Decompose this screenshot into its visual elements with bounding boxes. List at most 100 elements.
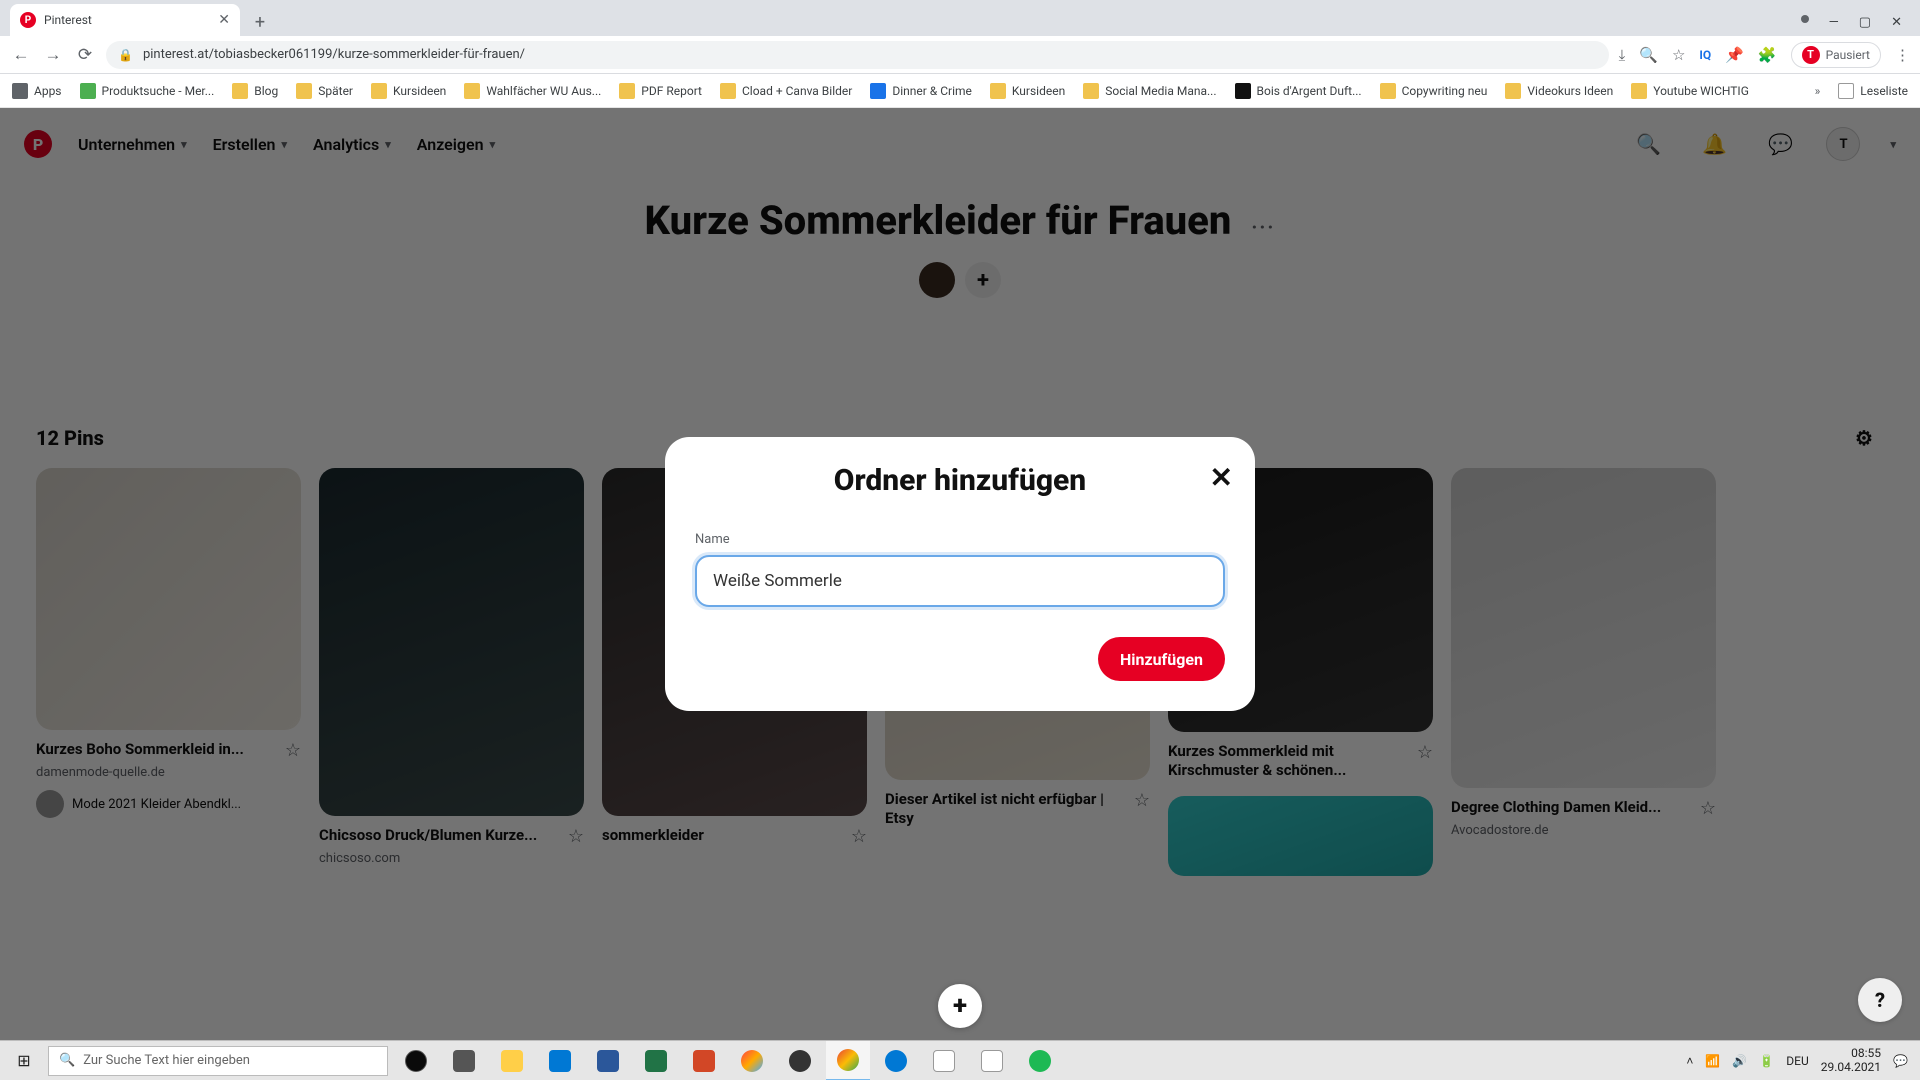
folder-icon — [80, 83, 96, 99]
tray-notifications-icon[interactable]: 💬 — [1893, 1054, 1908, 1068]
folder-icon — [1083, 83, 1099, 99]
iq-extension-icon[interactable]: IQ — [1699, 48, 1711, 62]
folder-icon — [619, 83, 635, 99]
url-text: pinterest.at/tobiasbecker061199/kurze-so… — [143, 47, 525, 62]
tray-clock[interactable]: 08:55 29.04.2021 — [1821, 1047, 1881, 1073]
profile-chip[interactable]: T Pausiert — [1791, 42, 1881, 68]
back-button[interactable]: ← — [10, 45, 32, 65]
obs-icon[interactable] — [778, 1041, 822, 1080]
bookmarks-overflow-icon[interactable]: » — [1815, 84, 1821, 98]
tray-volume-icon[interactable]: 🔊 — [1732, 1054, 1747, 1068]
chrome-menu-icon[interactable]: ⋮ — [1895, 46, 1910, 64]
folder-icon — [464, 83, 480, 99]
add-folder-modal: Ordner hinzufügen ✕ Name Hinzufügen — [665, 437, 1255, 711]
bookmark-item[interactable]: Produktsuche - Mer... — [80, 83, 215, 99]
browser-tab-strip: P Pinterest ✕ + — ▢ ✕ — [0, 0, 1920, 36]
tray-time: 08:55 — [1821, 1047, 1881, 1060]
profile-avatar-icon: T — [1802, 46, 1820, 64]
bookmark-item[interactable]: Youtube WICHTIG — [1631, 83, 1749, 99]
bookmark-item[interactable]: Bois d'Argent Duft... — [1235, 83, 1362, 99]
spotify-icon[interactable] — [1018, 1041, 1062, 1080]
submit-add-button[interactable]: Hinzufügen — [1098, 637, 1225, 681]
bookmark-item[interactable]: Kursideen — [371, 83, 446, 99]
bookmark-reading-list[interactable]: Leseliste — [1838, 83, 1908, 99]
folder-icon — [990, 83, 1006, 99]
pinterest-favicon-icon: P — [20, 12, 36, 28]
account-dot-icon[interactable] — [1801, 15, 1809, 23]
close-window-button[interactable]: ✕ — [1891, 15, 1902, 30]
close-tab-icon[interactable]: ✕ — [218, 12, 230, 28]
folder-icon — [232, 83, 248, 99]
zoom-icon[interactable]: 🔍 — [1639, 46, 1658, 64]
folder-icon — [371, 83, 387, 99]
address-bar: ← → ⟳ 🔒 pinterest.at/tobiasbecker061199/… — [0, 36, 1920, 74]
lock-icon: 🔒 — [118, 48, 133, 62]
list-icon — [1838, 83, 1854, 99]
create-pin-fab[interactable]: + — [938, 984, 982, 1028]
system-tray: ˄ 📶 🔊 🔋 DEU 08:55 29.04.2021 💬 — [1674, 1047, 1920, 1073]
bookmark-item[interactable]: Wahlfächer WU Aus... — [464, 83, 601, 99]
modal-title: Ordner hinzufügen — [695, 463, 1225, 498]
excel-icon[interactable] — [634, 1041, 678, 1080]
search-placeholder: Zur Suche Text hier eingeben — [83, 1053, 250, 1068]
bookmark-item[interactable]: Blog — [232, 83, 278, 99]
bookmark-item[interactable]: Copywriting neu — [1380, 83, 1488, 99]
folder-icon — [1380, 83, 1396, 99]
bookmark-item[interactable]: Später — [296, 83, 353, 99]
bookmark-item[interactable]: Cload + Canva Bilder — [720, 83, 852, 99]
browser-tab[interactable]: P Pinterest ✕ — [10, 4, 240, 36]
apps-icon — [12, 83, 28, 99]
file-explorer-icon[interactable] — [490, 1041, 534, 1080]
bookmark-star-icon[interactable]: ☆ — [1672, 46, 1685, 64]
new-tab-button[interactable]: + — [246, 8, 274, 36]
notepad-icon[interactable] — [970, 1041, 1014, 1080]
edge-icon[interactable] — [874, 1041, 918, 1080]
bookmark-item[interactable]: Dinner & Crime — [870, 83, 972, 99]
minimize-button[interactable]: — — [1829, 15, 1839, 30]
bookmarks-bar: Apps Produktsuche - Mer... Blog Später K… — [0, 74, 1920, 108]
word-icon[interactable] — [586, 1041, 630, 1080]
pinterest-app: P Unternehmen▾ Erstellen▾ Analytics▾ Anz… — [0, 108, 1920, 1040]
task-view-icon[interactable] — [442, 1041, 486, 1080]
folder-icon — [1235, 83, 1251, 99]
folder-icon — [1505, 83, 1521, 99]
tray-date: 29.04.2021 — [1821, 1061, 1881, 1074]
folder-icon — [720, 83, 736, 99]
maximize-button[interactable]: ▢ — [1859, 15, 1871, 30]
extension-pin-icon[interactable]: 📌 — [1725, 46, 1744, 64]
notepad-icon[interactable] — [922, 1041, 966, 1080]
tray-battery-icon[interactable]: 🔋 — [1759, 1054, 1774, 1068]
profile-status-label: Pausiert — [1826, 48, 1870, 62]
close-modal-button[interactable]: ✕ — [1210, 461, 1233, 494]
chrome-icon[interactable] — [826, 1041, 870, 1080]
reload-button[interactable]: ⟳ — [74, 45, 96, 65]
bookmark-item[interactable]: Kursideen — [990, 83, 1065, 99]
url-field[interactable]: 🔒 pinterest.at/tobiasbecker061199/kurze-… — [106, 41, 1609, 69]
taskbar-search-input[interactable]: 🔍 Zur Suche Text hier eingeben — [48, 1046, 388, 1076]
bookmark-item[interactable]: Videokurs Ideen — [1505, 83, 1613, 99]
extensions-puzzle-icon[interactable]: 🧩 — [1758, 46, 1777, 64]
tray-chevron-up-icon[interactable]: ˄ — [1686, 1054, 1693, 1068]
folder-icon — [296, 83, 312, 99]
forward-button[interactable]: → — [42, 45, 64, 65]
powerpoint-icon[interactable] — [682, 1041, 726, 1080]
window-controls: — ▢ ✕ — [1801, 15, 1920, 36]
bookmark-apps[interactable]: Apps — [12, 83, 62, 99]
windows-taskbar: ⊞ 🔍 Zur Suche Text hier eingeben ˄ 📶 🔊 🔋… — [0, 1040, 1920, 1080]
mail-icon[interactable] — [538, 1041, 582, 1080]
start-button[interactable]: ⊞ — [0, 1041, 48, 1080]
install-app-icon[interactable]: ⤓ — [1619, 46, 1626, 64]
tray-wifi-icon[interactable]: 📶 — [1705, 1054, 1720, 1068]
folder-icon — [1631, 83, 1647, 99]
tray-language[interactable]: DEU — [1786, 1054, 1808, 1068]
bookmark-item[interactable]: Social Media Mana... — [1083, 83, 1216, 99]
folder-icon — [870, 83, 886, 99]
bookmark-item[interactable]: PDF Report — [619, 83, 702, 99]
help-fab[interactable]: ? — [1858, 978, 1902, 1022]
folder-name-input[interactable] — [695, 555, 1225, 607]
modal-overlay[interactable]: Ordner hinzufügen ✕ Name Hinzufügen — [0, 108, 1920, 1040]
app-icon[interactable] — [730, 1041, 774, 1080]
name-field-label: Name — [695, 532, 1225, 547]
search-icon: 🔍 — [59, 1053, 75, 1068]
cortana-icon[interactable] — [394, 1041, 438, 1080]
